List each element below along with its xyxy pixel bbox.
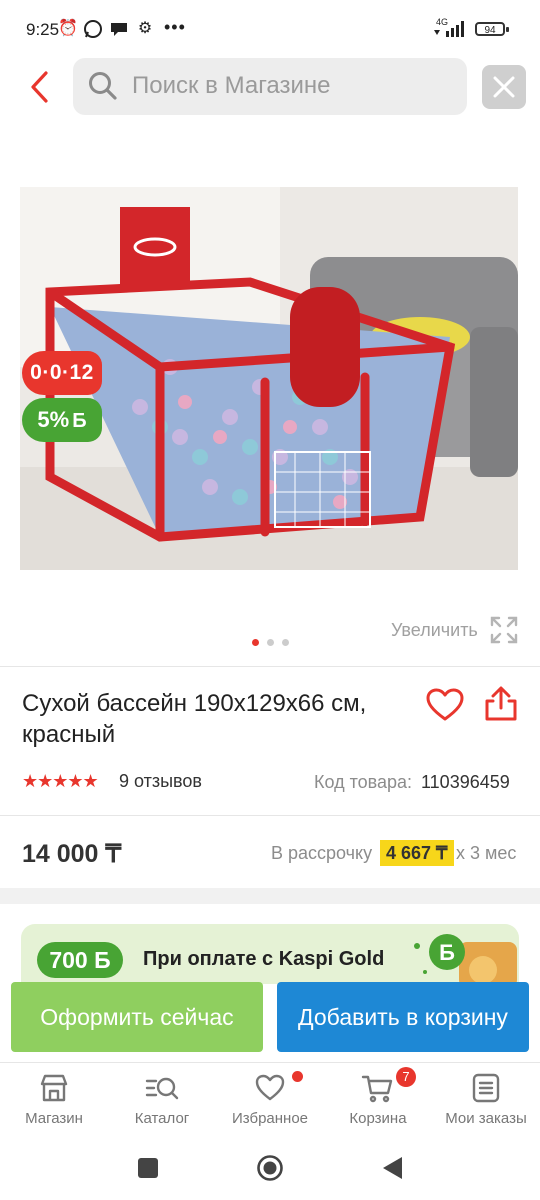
back-arrow-icon[interactable] bbox=[26, 70, 56, 104]
nav-orders-label: Мои заказы bbox=[445, 1110, 527, 1127]
kaspi-gold-illustration: Б bbox=[414, 934, 517, 984]
nav-cart-label: Корзина bbox=[349, 1110, 407, 1127]
cart-icon bbox=[361, 1075, 393, 1103]
alarm-icon: ⏰ bbox=[58, 20, 78, 37]
chat-icon bbox=[109, 19, 129, 39]
installment-label: В рассрочку bbox=[271, 843, 373, 863]
nav-catalog[interactable]: Каталог bbox=[112, 1072, 212, 1132]
timer-badge: 0·0·12 bbox=[22, 351, 102, 395]
bonus-percent: 5% bbox=[37, 407, 70, 432]
bonus-badge: 5% Б bbox=[22, 398, 102, 442]
nav-favorites[interactable]: Избранное bbox=[220, 1072, 320, 1132]
product-code-value: 110396459 bbox=[421, 772, 510, 792]
expand-icon[interactable] bbox=[489, 615, 519, 645]
heart-icon[interactable] bbox=[426, 688, 464, 722]
share-icon[interactable] bbox=[484, 686, 518, 722]
whatsapp-icon bbox=[83, 19, 103, 39]
promo-text: При оплате с Kaspi Gold bbox=[143, 948, 385, 970]
cart-count-badge: 7 bbox=[396, 1067, 416, 1087]
product-title: Сухой бассейн 190x129x66 см, красный bbox=[22, 690, 367, 748]
nav-orders[interactable]: Мои заказы bbox=[436, 1072, 536, 1132]
battery-icon: 94 bbox=[475, 22, 509, 36]
nav-shop-label: Магазин bbox=[25, 1110, 83, 1127]
svg-text:Б: Б bbox=[439, 940, 455, 965]
zoom-label[interactable]: Увеличить bbox=[391, 620, 478, 641]
more-notifications-icon: ••• bbox=[164, 17, 186, 37]
nav-favorites-label: Избранное bbox=[231, 1110, 309, 1127]
installment-amount[interactable]: 4 667 ₸ bbox=[380, 840, 454, 866]
orders-list-icon bbox=[472, 1073, 500, 1103]
close-icon bbox=[493, 76, 515, 98]
status-bar: 9:25 ⏰ ⚙ ••• 4G 94 bbox=[0, 0, 540, 56]
close-search-button[interactable] bbox=[482, 65, 526, 109]
favorites-notification-dot bbox=[292, 1071, 303, 1082]
product-code-label: Код товара: bbox=[314, 772, 413, 792]
reviews-link[interactable]: 9 отзывов bbox=[119, 771, 202, 792]
search-placeholder: Поиск в Магазине bbox=[132, 72, 331, 99]
add-to-cart-button[interactable]: Добавить в корзину bbox=[277, 982, 529, 1052]
divider bbox=[0, 666, 540, 667]
heart-outline-icon bbox=[255, 1074, 285, 1101]
recent-apps-button[interactable] bbox=[138, 1158, 158, 1178]
nav-shop[interactable]: Магазин bbox=[4, 1072, 104, 1132]
divider bbox=[0, 815, 540, 816]
status-time: 9:25 bbox=[26, 20, 60, 39]
gallery-dot-active[interactable] bbox=[252, 639, 259, 646]
installment-term: x 3 мес bbox=[456, 843, 517, 863]
settings-gear-icon: ⚙ bbox=[137, 20, 153, 37]
gallery-dot[interactable] bbox=[267, 639, 274, 646]
signal-icon bbox=[434, 21, 464, 37]
rating-stars: ★★★★★ bbox=[22, 771, 99, 791]
buy-now-button[interactable]: Оформить сейчас bbox=[11, 982, 263, 1052]
system-back-button[interactable] bbox=[380, 1155, 404, 1181]
bonus-symbol: Б bbox=[72, 410, 87, 432]
shop-icon bbox=[40, 1074, 68, 1102]
catalog-search-icon bbox=[145, 1077, 179, 1100]
divider bbox=[0, 1062, 540, 1063]
section-separator bbox=[0, 888, 540, 904]
gallery-dot[interactable] bbox=[282, 639, 289, 646]
battery-level: 94 bbox=[484, 25, 496, 36]
promo-bonus-badge: 700 Б bbox=[37, 942, 123, 978]
search-icon bbox=[89, 72, 117, 100]
home-button[interactable] bbox=[256, 1154, 284, 1182]
nav-catalog-label: Каталог bbox=[134, 1110, 190, 1127]
product-price: 14 000 ₸ bbox=[22, 840, 122, 868]
